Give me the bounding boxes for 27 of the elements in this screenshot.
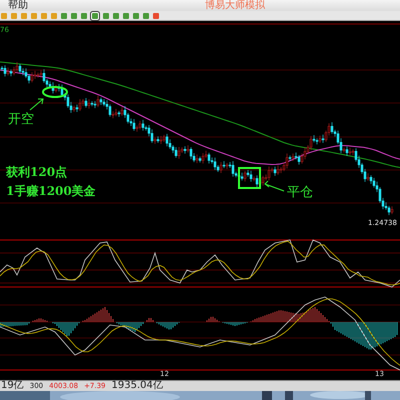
toolbar-icon[interactable] (81, 12, 87, 18)
highlight-frame (238, 167, 261, 189)
toolbar-icon[interactable] (123, 12, 129, 18)
toolbar-icon[interactable] (113, 12, 119, 18)
help-menu[interactable]: 帮助 (8, 0, 28, 11)
toolbar-icon[interactable] (11, 12, 17, 18)
toolbar-icon[interactable] (103, 12, 109, 18)
toolbar-icon[interactable] (31, 12, 37, 18)
toolbar-icon[interactable] (41, 12, 47, 18)
highlight-ellipse (42, 86, 68, 98)
annotation-text: 获利120点 (6, 166, 68, 178)
toolbar-icon[interactable] (1, 12, 7, 18)
status-value: 19亿 (1, 381, 24, 391)
annotation-text: 开空 (8, 113, 34, 126)
toolbar-icon[interactable] (133, 12, 139, 18)
annotation-text: 1手赚1200美金 (6, 185, 96, 197)
toolbar-icon[interactable] (143, 12, 149, 18)
toolbar-icon[interactable] (71, 12, 77, 18)
pointer-arrow (264, 180, 284, 192)
toolbar-icon[interactable] (21, 12, 27, 18)
toolbar-icon[interactable] (51, 12, 57, 18)
status-value: 1935.04亿 (112, 381, 163, 391)
toolbar-icon[interactable] (92, 12, 98, 18)
toolbar-icon[interactable] (61, 12, 67, 18)
annotation-text: 平仓 (287, 186, 313, 199)
pointer-arrow (30, 98, 44, 110)
toolbar-icon[interactable] (153, 12, 159, 18)
